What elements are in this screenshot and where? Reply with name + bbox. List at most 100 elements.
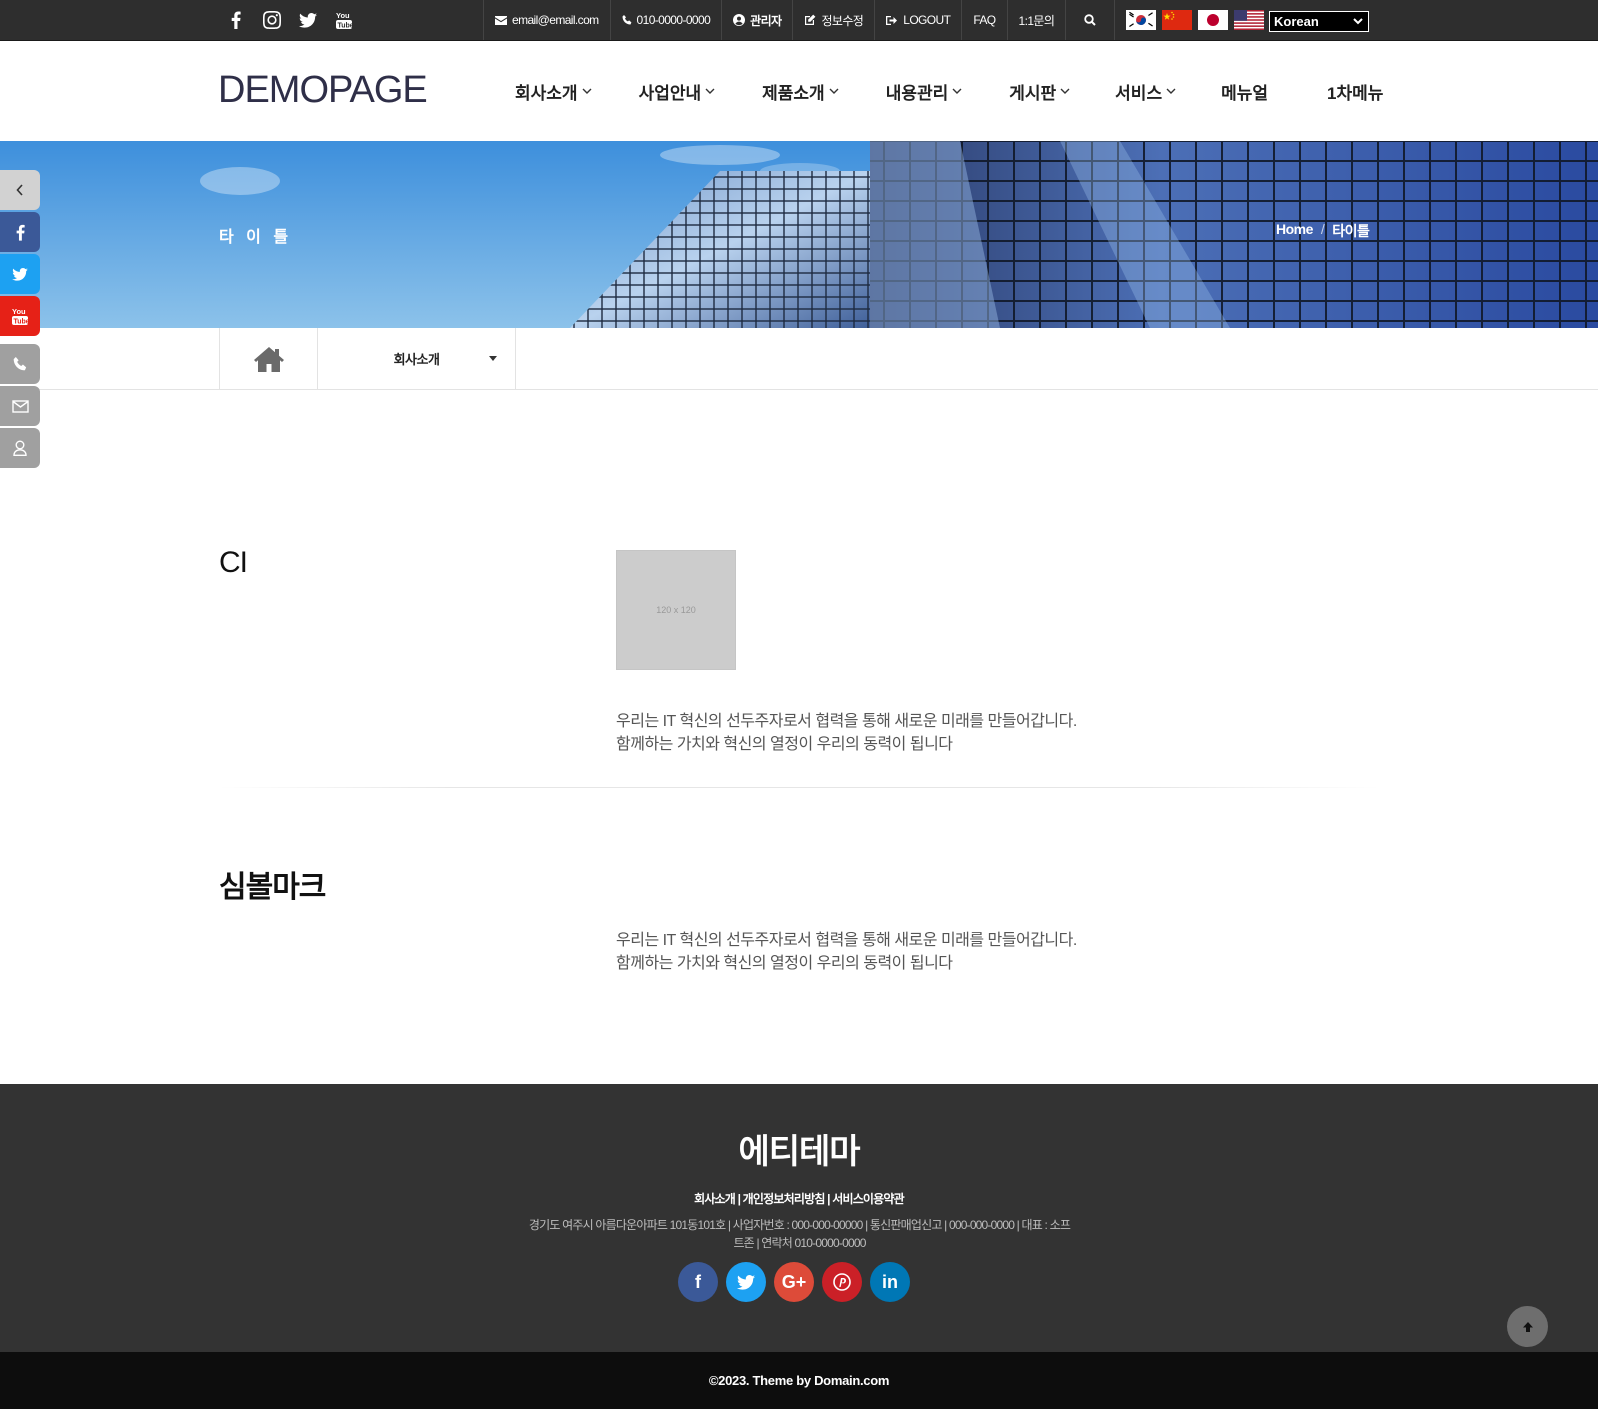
footer-linkedin-button[interactable]: in	[870, 1262, 910, 1302]
nav-item-service[interactable]: 서비스	[1115, 79, 1176, 104]
ci-placeholder-text: 120 x 120	[656, 605, 696, 615]
search-button[interactable]	[1065, 0, 1116, 40]
email-link[interactable]: email@email.com	[483, 0, 610, 40]
logout-link[interactable]: LOGOUT	[874, 0, 961, 40]
nav-item-content[interactable]: 내용관리	[886, 79, 963, 104]
footer-social-links: f G+ in	[678, 1262, 910, 1302]
copyright-bar: ©2023. Theme by Domain.com	[0, 1352, 1598, 1409]
page-banner: 타 이 틀 Home / 타이틀	[0, 141, 1598, 328]
breadcrumb-current: 타이틀	[1332, 223, 1370, 239]
nav-item-label: 사업안내	[638, 83, 702, 103]
language-select[interactable]: Korean	[1269, 11, 1369, 32]
nav-item-company[interactable]: 회사소개	[515, 79, 592, 104]
language-selected-text: Korean	[1274, 14, 1319, 29]
youtube-icon: You Tube	[12, 307, 29, 326]
chevron-down-icon	[705, 88, 715, 94]
phone-text: 010-0000-0000	[636, 13, 711, 27]
quick-youtube-button[interactable]: You Tube	[0, 296, 40, 336]
breadcrumb: Home / 타이틀	[1276, 221, 1370, 241]
edit-icon	[805, 14, 816, 25]
facebook-icon: f	[695, 1271, 701, 1292]
svg-text:You: You	[336, 11, 350, 20]
footer-facebook-button[interactable]: f	[678, 1262, 718, 1302]
nav-item-products[interactable]: 제품소개	[762, 79, 839, 104]
user-circle-icon	[733, 14, 746, 26]
chevron-down-icon	[582, 88, 592, 94]
arrow-up-icon	[1522, 1321, 1533, 1332]
quick-toggle-button[interactable]	[0, 170, 40, 210]
section-dropdown-label: 회사소개	[393, 352, 440, 367]
nav-item-label: 내용관리	[885, 83, 949, 103]
chevron-down-icon	[1166, 88, 1176, 94]
admin-link[interactable]: 관리자	[721, 0, 792, 40]
quick-side-menu: You Tube	[0, 170, 40, 470]
svg-text:Tube: Tube	[14, 319, 29, 326]
quick-user-button[interactable]	[0, 428, 40, 468]
top-bar: You Tube email@email.com 010-0000-0000 관리…	[0, 0, 1598, 41]
quick-phone-button[interactable]	[0, 344, 40, 384]
inquiry-link[interactable]: 1:1문의	[1006, 0, 1066, 40]
nav-item-manual[interactable]: 메뉴얼	[1221, 79, 1268, 104]
section-dropdown[interactable]: 회사소개	[318, 328, 516, 389]
quick-twitter-button[interactable]	[0, 254, 40, 294]
scroll-to-top-button[interactable]	[1507, 1306, 1548, 1347]
footer-google-plus-button[interactable]: G+	[774, 1262, 814, 1302]
nav-item-menu1[interactable]: 1차메뉴	[1327, 79, 1383, 104]
footer-address-line: 경기도 여주시 아름다운아파트 101동101호 | 사업자번호 : 000-0…	[528, 1218, 1071, 1232]
language-flags	[1126, 10, 1264, 30]
inquiry-text: 1:1문의	[1018, 13, 1055, 28]
admin-text: 관리자	[750, 13, 782, 28]
nav-item-label: 게시판	[1009, 83, 1057, 103]
chevron-down-icon	[829, 88, 839, 94]
nav-item-label: 메뉴얼	[1221, 83, 1269, 103]
home-button[interactable]	[219, 328, 318, 389]
youtube-icon[interactable]: You Tube	[334, 10, 354, 30]
site-footer: 에티테마 회사소개 | 개인정보처리방침 | 서비스이용약관 경기도 여주시 아…	[0, 1084, 1598, 1352]
phone-icon	[622, 15, 631, 25]
nav-item-business[interactable]: 사업안내	[639, 79, 716, 104]
footer-twitter-button[interactable]	[726, 1262, 766, 1302]
email-text: email@email.com	[512, 13, 599, 27]
site-logo[interactable]: DEMOPAGE	[218, 69, 428, 112]
chevron-down-icon	[1060, 88, 1070, 94]
twitter-icon[interactable]	[298, 10, 318, 30]
phone-link[interactable]: 010-0000-0000	[609, 0, 722, 40]
chevron-down-icon	[952, 88, 962, 94]
ci-description-line: 우리는 IT 혁신의 선두주자로서 협력을 통해 새로운 미래를 만들어갑니다.	[616, 713, 1077, 730]
ci-description-line: 함께하는 가치와 혁신의 열정이 우리의 동력이 됩니다	[616, 736, 953, 753]
edit-info-link[interactable]: 정보수정	[792, 0, 874, 40]
search-icon	[1084, 14, 1097, 26]
breadcrumb-home-link[interactable]: Home	[1276, 221, 1313, 241]
sub-navigation: 회사소개	[0, 328, 1598, 390]
utility-menu: email@email.com 010-0000-0000 관리자 정보수정 L…	[483, 0, 1116, 40]
faq-link[interactable]: FAQ	[961, 0, 1006, 40]
twitter-icon	[737, 1274, 755, 1290]
instagram-icon[interactable]	[262, 10, 282, 30]
svg-text:Tube: Tube	[338, 23, 353, 30]
envelope-icon	[11, 399, 29, 413]
footer-pinterest-button[interactable]	[822, 1262, 862, 1302]
facebook-icon[interactable]	[226, 10, 246, 30]
japan-flag-icon[interactable]	[1198, 10, 1228, 30]
copyright-text: ©2023. Theme by Domain.com	[708, 1373, 890, 1388]
logout-text: LOGOUT	[903, 13, 951, 27]
korea-flag-icon[interactable]	[1126, 10, 1156, 30]
linkedin-icon: in	[882, 1271, 898, 1292]
nav-item-label: 1차메뉴	[1327, 83, 1384, 103]
site-header: DEMOPAGE 회사소개 사업안내 제품소개 내용관리 게시판 서비스 메뉴얼	[0, 41, 1598, 141]
quick-email-button[interactable]	[0, 386, 40, 426]
facebook-icon	[16, 224, 25, 241]
usa-flag-icon[interactable]	[1234, 10, 1264, 30]
faq-text: FAQ	[973, 13, 996, 27]
symbol-description: 우리는 IT 혁신의 선두주자로서 협력을 통해 새로운 미래를 만들어갑니다.…	[616, 929, 1077, 975]
china-flag-icon[interactable]	[1162, 10, 1192, 30]
page-title: 타 이 틀	[219, 229, 293, 246]
envelope-icon	[495, 15, 507, 25]
phone-icon	[13, 357, 27, 371]
nav-item-label: 제품소개	[762, 83, 825, 103]
quick-facebook-button[interactable]	[0, 212, 40, 252]
nav-item-board[interactable]: 게시판	[1009, 79, 1070, 104]
ci-logo-placeholder: 120 x 120	[616, 550, 736, 670]
top-social-links: You Tube	[226, 0, 354, 40]
footer-links[interactable]: 회사소개 | 개인정보처리방침 | 서비스이용약관	[0, 1190, 1598, 1207]
